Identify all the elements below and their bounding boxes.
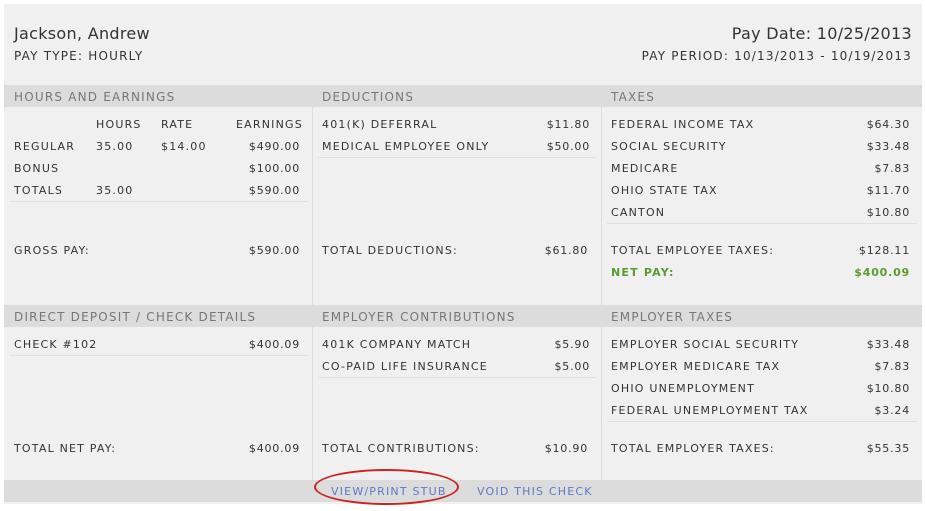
deductions-title: DEDUCTIONS <box>322 90 415 104</box>
total-contributions-value: $10.90 <box>544 442 588 455</box>
tax-value: $11.70 <box>866 184 910 197</box>
gross-pay-label: GROSS PAY: <box>14 244 90 257</box>
deduction-value: $50.00 <box>546 140 590 153</box>
tax-value: $64.30 <box>866 118 910 131</box>
row-separator <box>10 201 308 202</box>
pay-period: PAY PERIOD: 10/13/2013 - 10/19/2013 <box>641 49 912 63</box>
total-employer-taxes-label: TOTAL EMPLOYER TAXES: <box>611 442 775 455</box>
contribution-label: CO-PAID LIFE INSURANCE <box>322 360 488 373</box>
earnings-row-hours: 35.00 <box>96 184 134 197</box>
earnings-row-amount: $100.00 <box>248 162 300 175</box>
earnings-row-label: TOTALS <box>14 184 64 197</box>
tax-label: OHIO STATE TAX <box>611 184 718 197</box>
employer-tax-label: FEDERAL UNEMPLOYMENT TAX <box>611 404 809 417</box>
pay-date-header: Pay Date: 10/25/2013 PAY PERIOD: 10/13/2… <box>642 24 912 63</box>
void-check-link[interactable]: VOID THIS CHECK <box>477 485 593 498</box>
gross-pay-value: $590.00 <box>248 244 300 257</box>
pay-stub: Jackson, Andrew PAY TYPE: HOURLY Pay Dat… <box>4 4 922 504</box>
tax-label: MEDICARE <box>611 162 679 175</box>
pay-date: Pay Date: 10/25/2013 <box>731 24 912 43</box>
employee-name: Jackson, Andrew <box>14 24 150 43</box>
row-separator <box>318 377 596 378</box>
row-separator <box>607 421 917 422</box>
earnings-row-label: REGULAR <box>14 140 76 153</box>
pay-type: PAY TYPE: HOURLY <box>14 49 144 63</box>
row-separator <box>10 355 308 356</box>
tax-value: $33.48 <box>866 140 910 153</box>
tax-value: $7.83 <box>874 162 910 175</box>
total-contributions-label: TOTAL CONTRIBUTIONS: <box>322 442 480 455</box>
annotation-circle <box>314 469 459 505</box>
employer-tax-value: $33.48 <box>866 338 910 351</box>
direct-deposit-title: DIRECT DEPOSIT / CHECK DETAILS <box>14 310 257 324</box>
total-employee-taxes-value: $128.11 <box>858 244 910 257</box>
total-deductions-value: $61.80 <box>544 244 588 257</box>
divider <box>312 327 313 480</box>
earnings-row-label: BONUS <box>14 162 60 175</box>
total-employee-taxes-label: TOTAL EMPLOYEE TAXES: <box>611 244 775 257</box>
deduction-label: 401(K) DEFERRAL <box>322 118 438 131</box>
taxes-title: TAXES <box>611 90 656 104</box>
col-rate-header: RATE <box>161 118 194 131</box>
earnings-row-amount: $590.00 <box>248 184 300 197</box>
employer-tax-value: $10.80 <box>866 382 910 395</box>
total-net-pay-label: TOTAL NET PAY: <box>14 442 117 455</box>
employer-tax-value: $7.83 <box>874 360 910 373</box>
employer-tax-label: OHIO UNEMPLOYMENT <box>611 382 755 395</box>
tax-label: SOCIAL SECURITY <box>611 140 727 153</box>
deduction-label: MEDICAL EMPLOYEE ONLY <box>322 140 490 153</box>
footer-bar: VIEW/PRINT STUB VOID THIS CHECK <box>4 480 922 502</box>
divider <box>601 107 602 305</box>
check-label: CHECK #102 <box>14 338 98 351</box>
bottom-section-bar: DIRECT DEPOSIT / CHECK DETAILS EMPLOYER … <box>4 305 922 327</box>
employer-tax-label: EMPLOYER MEDICARE TAX <box>611 360 781 373</box>
total-net-pay-value: $400.09 <box>248 442 300 455</box>
earnings-row-hours: 35.00 <box>96 140 134 153</box>
employee-header: Jackson, Andrew PAY TYPE: HOURLY <box>14 24 150 63</box>
row-separator <box>607 223 917 224</box>
divider <box>601 327 602 480</box>
total-deductions-label: TOTAL DEDUCTIONS: <box>322 244 458 257</box>
total-employer-taxes-value: $55.35 <box>866 442 910 455</box>
col-hours-header: HOURS <box>96 118 142 131</box>
earnings-row-amount: $490.00 <box>248 140 300 153</box>
contribution-value: $5.90 <box>554 338 590 351</box>
net-pay-label: NET PAY: <box>611 266 675 279</box>
check-value: $400.09 <box>248 338 300 351</box>
contribution-value: $5.00 <box>554 360 590 373</box>
employer-taxes-title: EMPLOYER TAXES <box>611 310 734 324</box>
col-earnings-header: EARNINGS <box>236 118 303 131</box>
tax-label: FEDERAL INCOME TAX <box>611 118 755 131</box>
employer-tax-value: $3.24 <box>874 404 910 417</box>
contribution-label: 401K COMPANY MATCH <box>322 338 472 351</box>
employer-contributions-title: EMPLOYER CONTRIBUTIONS <box>322 310 516 324</box>
tax-label: CANTON <box>611 206 666 219</box>
tax-value: $10.80 <box>866 206 910 219</box>
row-separator <box>318 157 596 158</box>
earnings-row-rate: $14.00 <box>161 140 207 153</box>
hours-earnings-title: HOURS AND EARNINGS <box>14 90 176 104</box>
net-pay-value: $400.09 <box>854 266 910 279</box>
top-section-bar: HOURS AND EARNINGS DEDUCTIONS TAXES <box>4 85 922 107</box>
divider <box>312 107 313 305</box>
employer-tax-label: EMPLOYER SOCIAL SECURITY <box>611 338 800 351</box>
deduction-value: $11.80 <box>546 118 590 131</box>
